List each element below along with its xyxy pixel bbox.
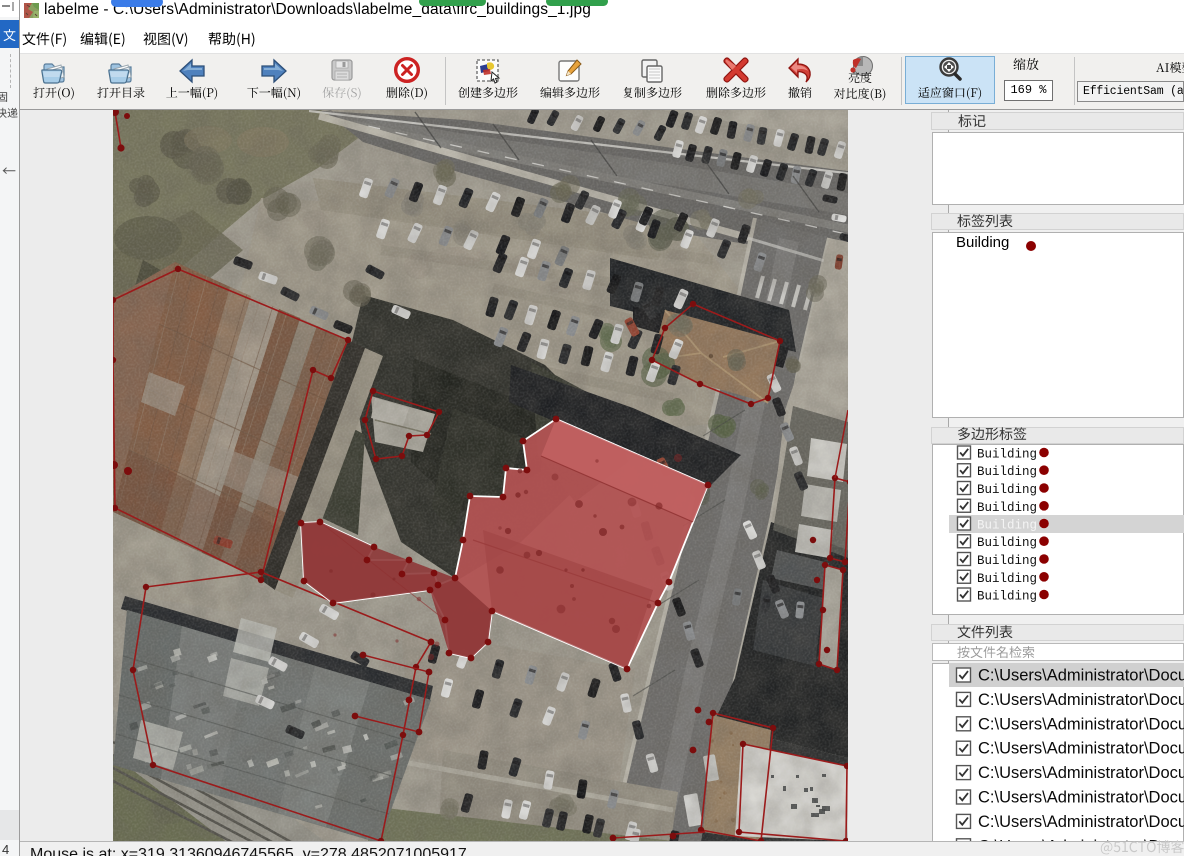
- svg-text:Building: Building: [977, 554, 1037, 568]
- svg-text:Building: Building: [977, 519, 1037, 533]
- svg-text:Building: Building: [977, 501, 1037, 515]
- svg-text:Building: Building: [977, 465, 1037, 479]
- svg-text:C:\Users\Administrator\Docume: C:\Users\Administrator\Docume: [978, 789, 1184, 807]
- svg-text:C:\Users\Administrator\Docume: C:\Users\Administrator\Docume: [978, 764, 1184, 782]
- svg-text:C:\Users\Administrator\Docume: C:\Users\Administrator\Docume: [978, 691, 1184, 709]
- svg-text:Building: Building: [977, 448, 1037, 462]
- svg-text:Building: Building: [977, 572, 1037, 586]
- svg-text:Building: Building: [977, 483, 1037, 497]
- svg-text:Building: Building: [977, 536, 1037, 550]
- svg-text:Building: Building: [977, 590, 1037, 604]
- svg-text:C:\Users\Administrator\Docume: C:\Users\Administrator\Docume: [978, 740, 1184, 758]
- svg-text:C:\Users\Administrator\Docume: C:\Users\Administrator\Docume: [978, 813, 1184, 831]
- svg-text:C:\Users\Administrator\Docume: C:\Users\Administrator\Docume: [978, 837, 1184, 855]
- svg-text:C:\Users\Administrator\Docume: C:\Users\Administrator\Docume: [978, 667, 1184, 685]
- svg-text:C:\Users\Administrator\Docume: C:\Users\Administrator\Docume: [978, 715, 1184, 733]
